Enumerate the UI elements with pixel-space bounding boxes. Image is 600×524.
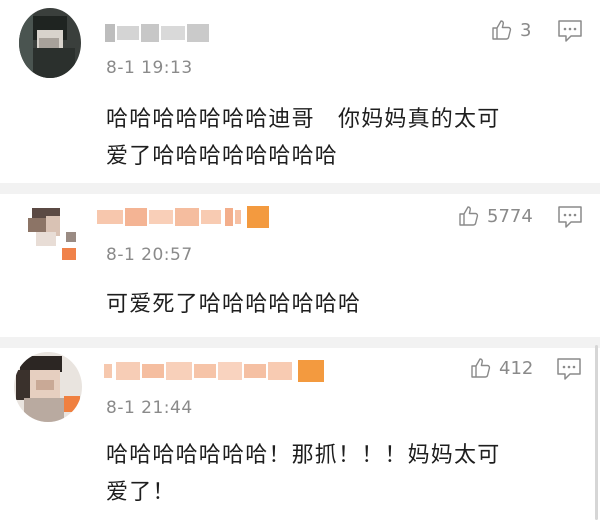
comment-text: 可爱死了哈哈哈哈哈哈哈 bbox=[106, 286, 586, 323]
avatar[interactable] bbox=[19, 8, 81, 78]
avatar[interactable] bbox=[14, 352, 82, 422]
blurred-name bbox=[104, 360, 324, 382]
thumbs-up-icon bbox=[459, 206, 479, 226]
avatar-image bbox=[14, 352, 82, 422]
like-count: 3 bbox=[520, 19, 532, 41]
comment-text-line: 可爱死了哈哈哈哈哈哈哈 bbox=[106, 292, 362, 317]
comment-divider bbox=[0, 183, 600, 194]
comment-divider bbox=[0, 337, 600, 348]
comment-text: 哈哈哈哈哈哈哈迪哥 你妈妈真的太可 爱了哈哈哈哈哈哈哈哈 bbox=[106, 101, 586, 175]
comment-text-line: 哈哈哈哈哈哈哈迪哥 你妈妈真的太可 bbox=[106, 107, 501, 132]
blurred-name bbox=[105, 24, 209, 42]
avatar-image bbox=[19, 8, 81, 78]
scrollbar[interactable] bbox=[595, 345, 598, 520]
like-button[interactable]: 3 bbox=[490, 18, 531, 42]
comment-text-line: 爱了哈哈哈哈哈哈哈哈 bbox=[106, 144, 339, 169]
avatar[interactable] bbox=[22, 202, 82, 262]
username-blurred[interactable] bbox=[104, 358, 329, 384]
comment-text-line: 哈哈哈哈哈哈哈！那抓！！！妈妈太可 bbox=[106, 443, 501, 468]
reply-button[interactable] bbox=[557, 205, 583, 233]
timestamp: 8-1 19:13 bbox=[106, 58, 193, 78]
avatar-image bbox=[22, 202, 82, 262]
thumbs-up-icon bbox=[492, 20, 512, 40]
comment-item: 8-1 20:57 5774 可爱死了哈哈哈哈哈哈哈 bbox=[0, 194, 600, 337]
like-button[interactable]: 5774 bbox=[457, 204, 533, 228]
like-count: 412 bbox=[499, 357, 534, 379]
timestamp: 8-1 21:44 bbox=[106, 398, 193, 418]
like-button[interactable]: 412 bbox=[469, 356, 533, 380]
comment-bubble-icon bbox=[557, 358, 581, 380]
thumbs-up-icon bbox=[471, 358, 491, 378]
comment-item: 8-1 21:44 412 哈哈哈哈哈哈哈！那抓！！！妈妈太可 爱了！ bbox=[0, 348, 600, 524]
comment-bubble-icon bbox=[558, 20, 582, 42]
comment-item: 8-1 19:13 3 哈哈哈哈哈哈哈迪哥 你妈妈真的太可 爱了哈哈哈哈哈哈哈哈 bbox=[0, 0, 600, 183]
like-count: 5774 bbox=[487, 205, 533, 227]
reply-button[interactable] bbox=[557, 19, 583, 47]
username-blurred[interactable] bbox=[105, 20, 210, 46]
timestamp: 8-1 20:57 bbox=[106, 245, 193, 265]
reply-button[interactable] bbox=[556, 357, 582, 385]
comment-text: 哈哈哈哈哈哈哈！那抓！！！妈妈太可 爱了！ bbox=[106, 437, 586, 511]
username-blurred[interactable] bbox=[97, 204, 272, 230]
comment-text-line: 爱了！ bbox=[106, 480, 176, 505]
comment-bubble-icon bbox=[558, 206, 582, 228]
blurred-name bbox=[97, 206, 269, 228]
